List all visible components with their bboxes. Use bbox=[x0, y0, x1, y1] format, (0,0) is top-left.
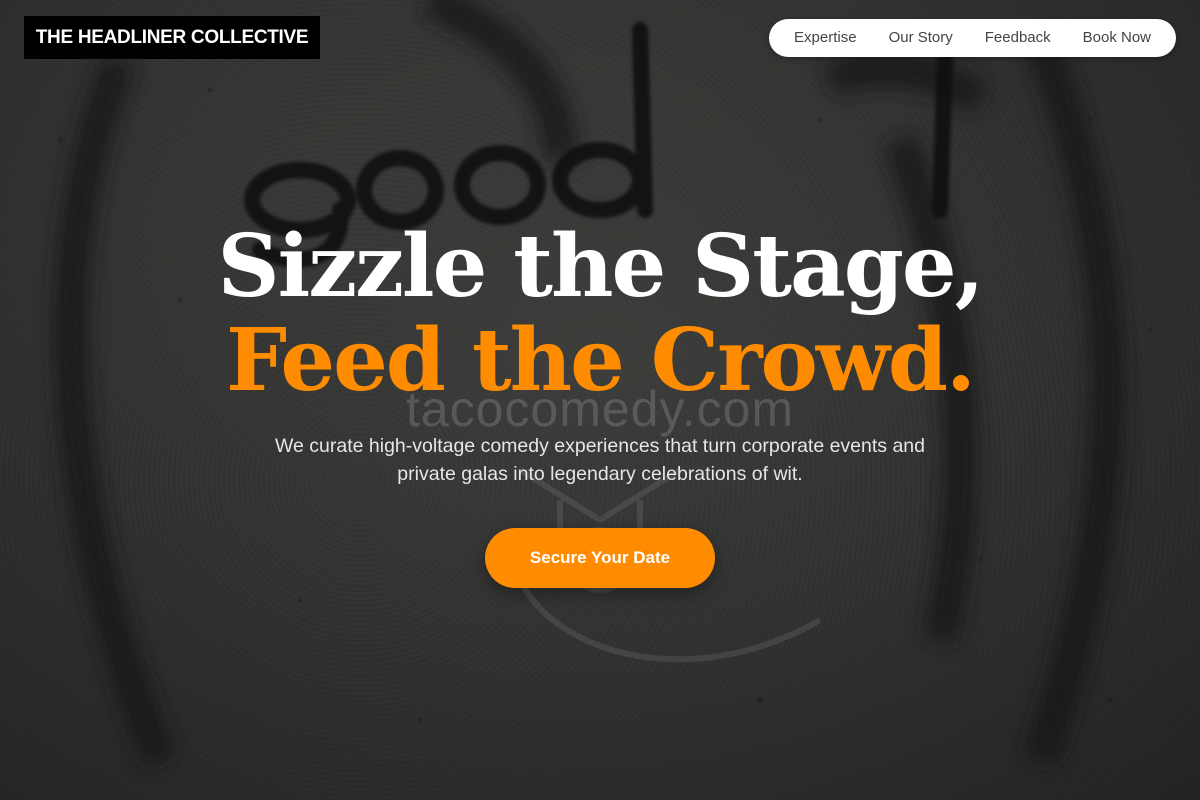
hero-subtitle: We curate high-voltage comedy experience… bbox=[274, 435, 925, 485]
nav-item-expertise[interactable]: Expertise bbox=[778, 19, 873, 57]
secure-your-date-button[interactable]: Secure Your Date bbox=[485, 528, 715, 588]
nav-item-book-now[interactable]: Book Now bbox=[1067, 19, 1167, 57]
brand-logo[interactable]: THE HEADLINER COLLECTIVE bbox=[24, 16, 320, 59]
nav-item-feedback[interactable]: Feedback bbox=[969, 19, 1067, 57]
main-nav: Expertise Our Story Feedback Book Now bbox=[769, 19, 1176, 57]
hero-section: Sizzle the Stage, Feed the Crowd. We cur… bbox=[0, 220, 1200, 588]
hero-headline: Sizzle the Stage, Feed the Crowd. bbox=[0, 220, 1200, 408]
nav-item-our-story[interactable]: Our Story bbox=[873, 19, 969, 57]
headline-line-1: Sizzle the Stage, bbox=[217, 216, 984, 317]
headline-line-2: Feed the Crowd. bbox=[226, 310, 976, 411]
